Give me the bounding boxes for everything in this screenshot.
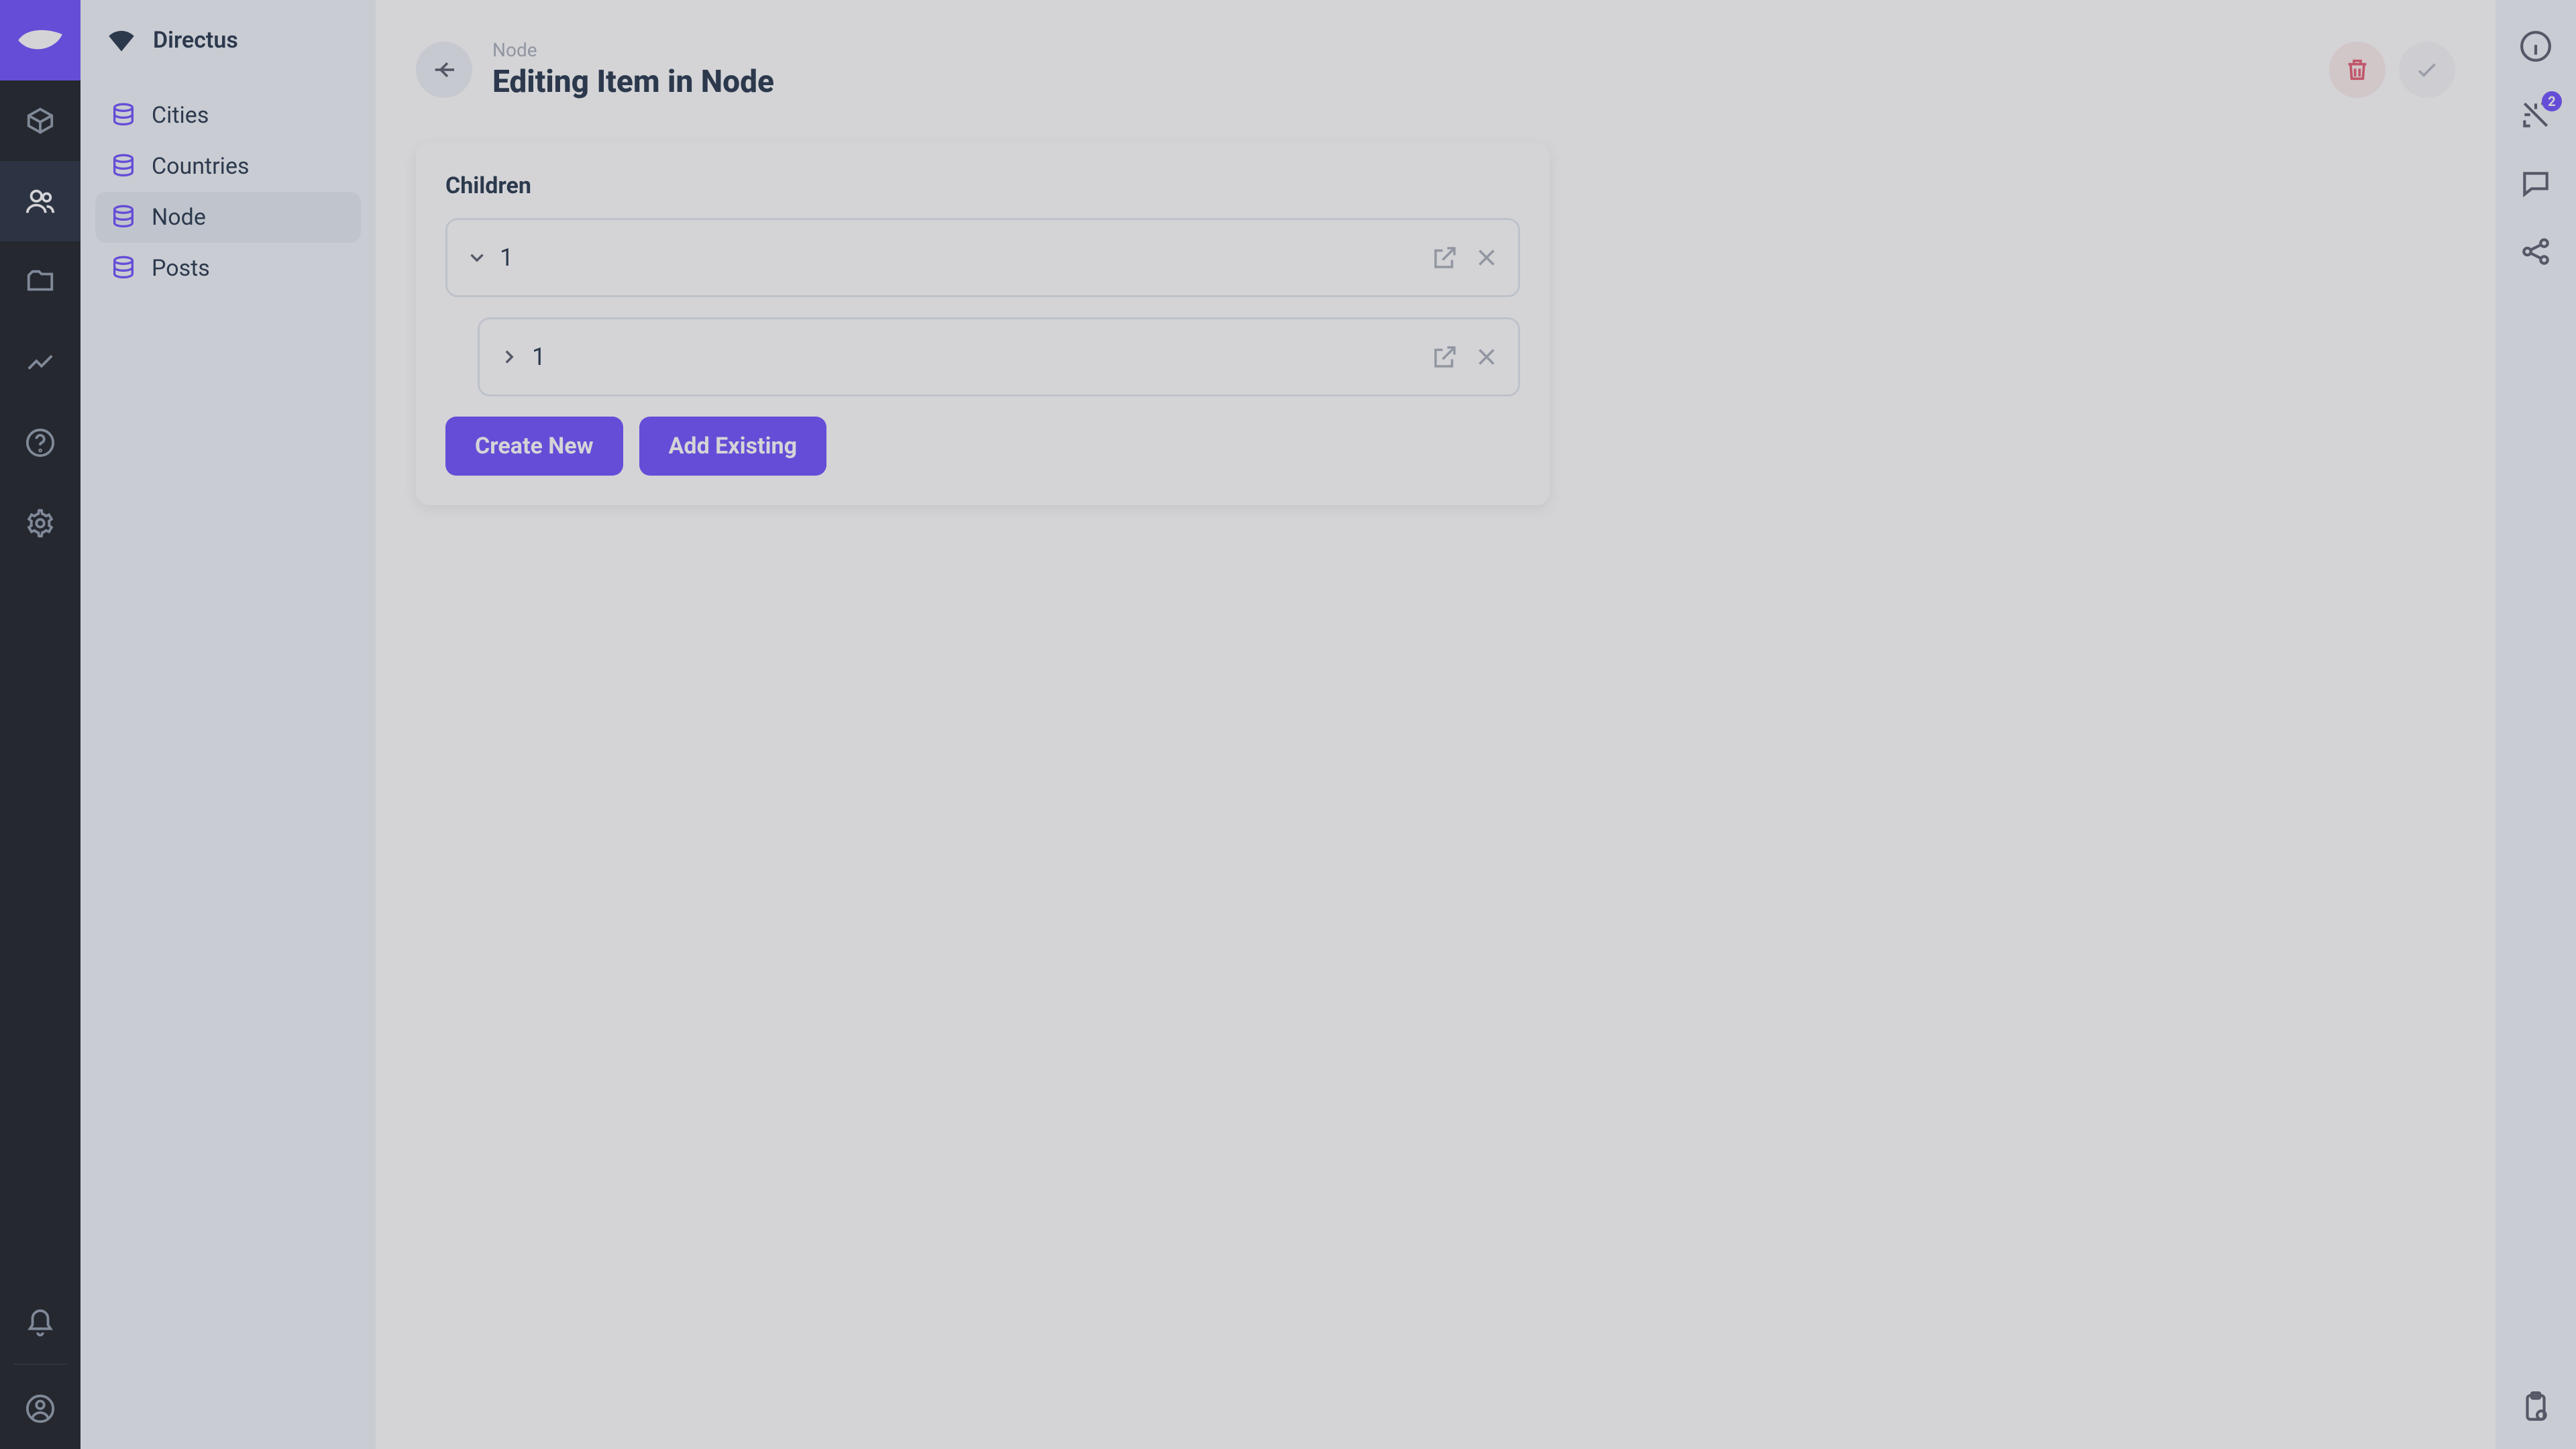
- expand-toggle[interactable]: [496, 343, 523, 370]
- revisions-badge: 2: [2542, 91, 2562, 111]
- database-icon: [110, 204, 137, 231]
- nav-account[interactable]: [0, 1368, 80, 1449]
- database-icon: [110, 102, 137, 129]
- title-block: Node Editing Item in Node: [492, 39, 2309, 100]
- clipboard-icon[interactable]: [2519, 1390, 2553, 1424]
- nav-settings[interactable]: [0, 483, 80, 564]
- collection-posts[interactable]: Posts: [95, 243, 361, 294]
- database-icon: [110, 153, 137, 180]
- remove-item-icon[interactable]: [1471, 242, 1502, 273]
- collection-label: Node: [152, 204, 206, 231]
- remove-item-icon[interactable]: [1471, 341, 1502, 372]
- database-icon: [110, 255, 137, 282]
- back-button[interactable]: [416, 42, 472, 98]
- nav-insights[interactable]: [0, 322, 80, 402]
- sidebar-header: Directus: [80, 0, 376, 80]
- share-icon[interactable]: [2519, 235, 2553, 268]
- field-label: Children: [445, 172, 1520, 199]
- save-button[interactable]: [2399, 42, 2455, 98]
- nav-content[interactable]: [0, 80, 80, 161]
- child-item-row[interactable]: 1: [445, 218, 1520, 297]
- collection-cities[interactable]: Cities: [95, 90, 361, 141]
- child-value: 1: [532, 343, 1419, 371]
- nav-files[interactable]: [0, 241, 80, 322]
- child-item-row-nested[interactable]: 1: [478, 317, 1520, 396]
- open-item-icon[interactable]: [1430, 341, 1460, 372]
- collection-label: Cities: [152, 102, 209, 129]
- collection-label: Countries: [152, 153, 250, 180]
- breadcrumb[interactable]: Node: [492, 39, 2309, 61]
- children-field-card: Children 1 1 Cre: [416, 143, 1550, 505]
- children-actions: Create New Add Existing: [445, 417, 1520, 476]
- collections-sidebar: Directus Cities Countries Node Posts: [80, 0, 376, 1449]
- nav-notifications[interactable]: [0, 1283, 80, 1364]
- delete-button[interactable]: [2329, 42, 2385, 98]
- collection-node[interactable]: Node: [95, 192, 361, 243]
- child-value: 1: [500, 244, 1419, 272]
- page-header: Node Editing Item in Node: [376, 0, 2496, 120]
- main-content: Node Editing Item in Node Children 1: [376, 0, 2496, 1449]
- nav-help[interactable]: [0, 402, 80, 483]
- revisions-icon[interactable]: 2: [2519, 98, 2553, 131]
- comments-icon[interactable]: [2519, 166, 2553, 200]
- page-title: Editing Item in Node: [492, 64, 2309, 100]
- header-actions: [2329, 42, 2455, 98]
- collection-label: Posts: [152, 255, 210, 282]
- create-new-button[interactable]: Create New: [445, 417, 623, 476]
- add-existing-button[interactable]: Add Existing: [639, 417, 826, 476]
- info-icon[interactable]: [2519, 30, 2553, 63]
- right-rail: 2: [2496, 0, 2576, 1449]
- collection-countries[interactable]: Countries: [95, 141, 361, 192]
- nav-users[interactable]: [0, 161, 80, 241]
- nav-rail: [0, 0, 80, 1449]
- sidebar-title: Directus: [153, 27, 238, 54]
- collection-list: Cities Countries Node Posts: [80, 80, 376, 303]
- open-item-icon[interactable]: [1430, 242, 1460, 273]
- brand-logo[interactable]: [0, 0, 80, 80]
- collapse-toggle[interactable]: [464, 244, 490, 271]
- wifi-icon: [105, 23, 138, 57]
